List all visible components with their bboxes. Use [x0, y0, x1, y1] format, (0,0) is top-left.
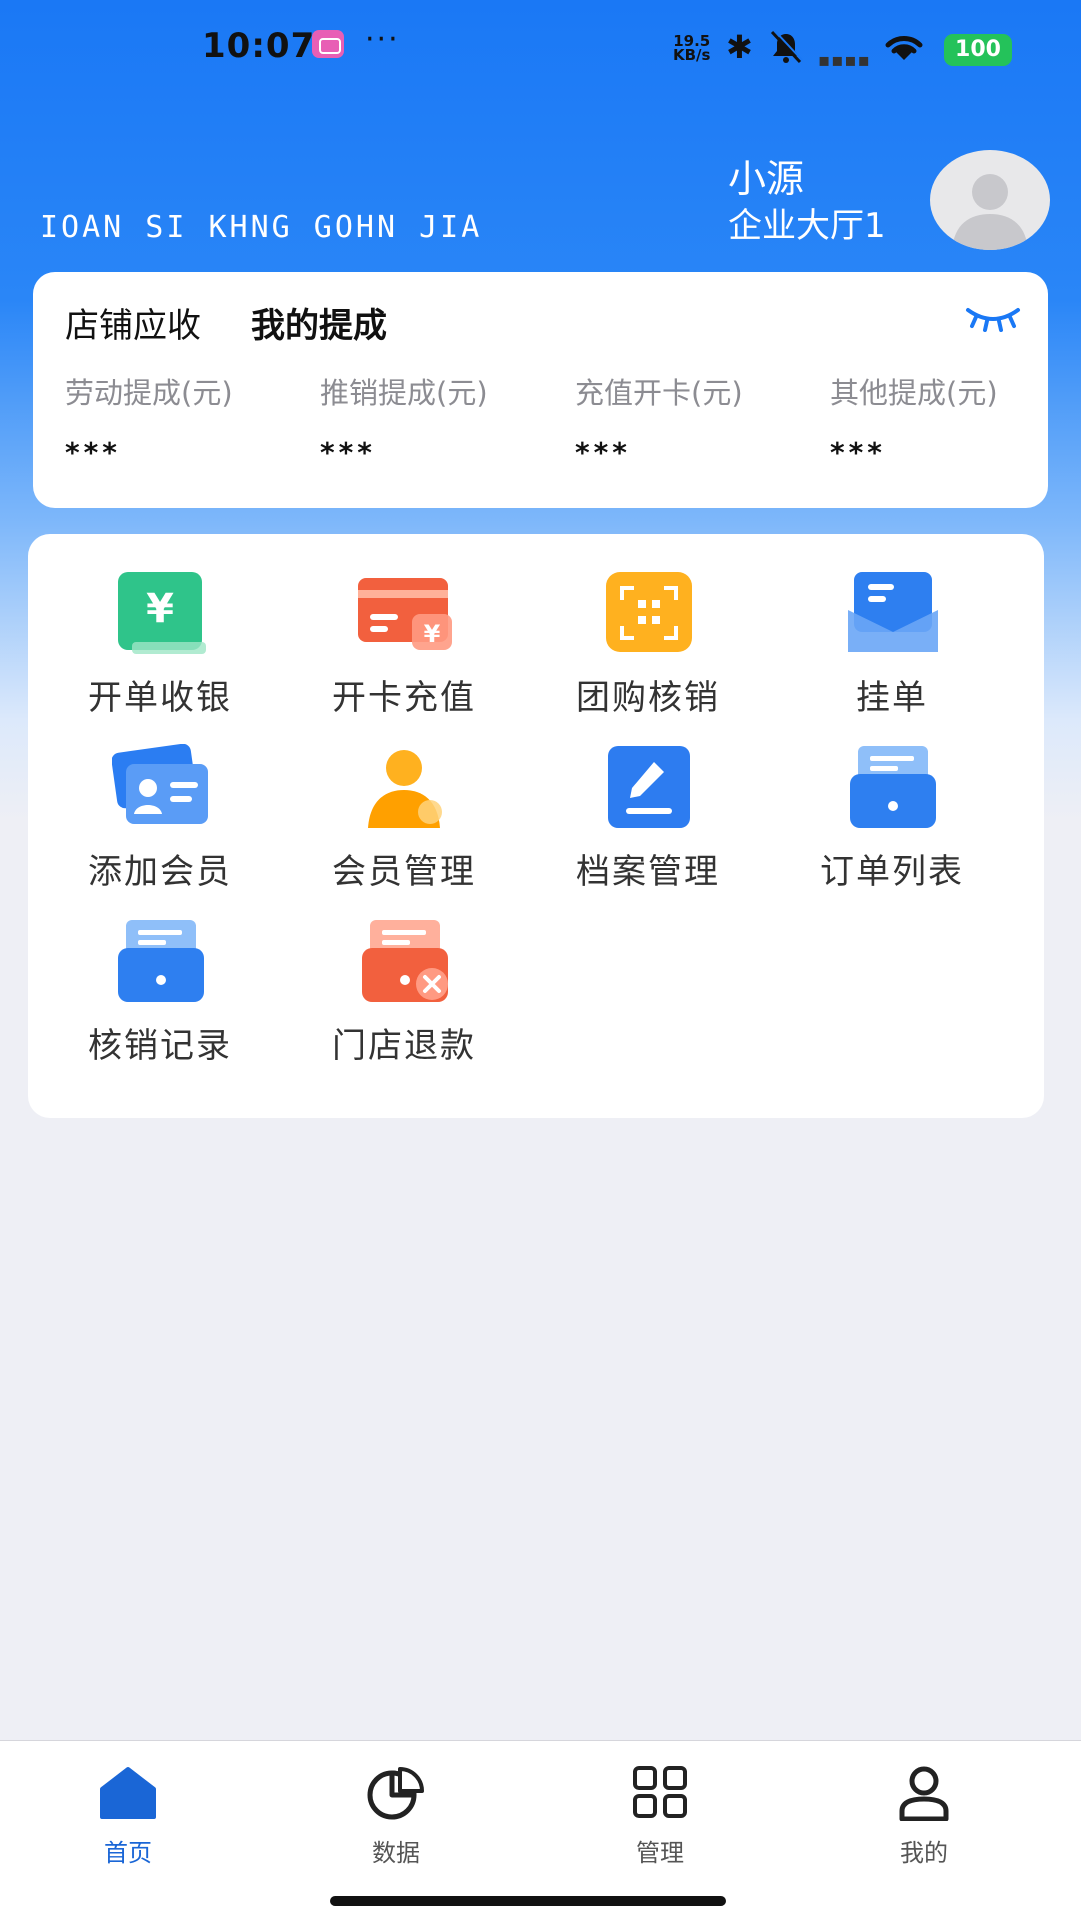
- battery-icon: 100: [944, 34, 1012, 66]
- metric-promotion: 推销提成(元) ***: [320, 370, 560, 469]
- grid-item-order-list[interactable]: 订单列表: [772, 726, 1012, 892]
- grid-item-hold-order[interactable]: 挂单: [772, 552, 1012, 718]
- grid-item-label: 添加会员: [88, 852, 232, 892]
- svg-text:¥: ¥: [146, 586, 174, 632]
- metric-value: ***: [575, 436, 631, 469]
- mute-icon: [770, 30, 803, 64]
- grid-item-label: 核销记录: [88, 1026, 232, 1066]
- avatar-person-icon: [952, 174, 1028, 250]
- nav-item-manage[interactable]: 管理: [590, 1765, 730, 1875]
- refund-icon: [362, 920, 448, 1002]
- metric-recharge: 充值开卡(元) ***: [575, 370, 815, 469]
- commission-card: 店铺应收 我的提成 劳动提成(元) *** 推销提成(元) *** 充值开卡(元…: [33, 272, 1048, 508]
- card-recharge-icon: ¥: [358, 578, 452, 650]
- bluetooth-icon: ✱: [726, 28, 753, 66]
- grid-item-label: 档案管理: [576, 852, 720, 892]
- metric-label: 劳动提成(元): [65, 376, 233, 410]
- grid-icon: [633, 1766, 687, 1818]
- grid-item-groupbuy[interactable]: 团购核销: [528, 552, 768, 718]
- grid-item-label: 团购核销: [576, 678, 720, 718]
- metric-labor: 劳动提成(元) ***: [65, 370, 305, 469]
- status-bar: 10:07 ··· 19.5 KB/s ✱ ▪▪▪▪ 100: [0, 0, 1081, 100]
- status-time: 10:07: [202, 26, 316, 66]
- grid-item-add-member[interactable]: 添加会员: [40, 726, 280, 892]
- user-icon: [899, 1766, 949, 1821]
- net-speed-unit: KB/s: [673, 46, 711, 64]
- eye-closed-icon[interactable]: [964, 302, 1022, 332]
- member-card-icon: [112, 744, 208, 824]
- svg-text:¥: ¥: [424, 620, 441, 648]
- tab-store-receivable[interactable]: 店铺应收: [65, 298, 201, 347]
- nav-item-mine[interactable]: 我的: [854, 1765, 994, 1875]
- pie-chart-icon: [367, 1767, 424, 1820]
- home-screen: 10:07 ··· 19.5 KB/s ✱ ▪▪▪▪ 100 IOAN SI K…: [0, 0, 1081, 1922]
- user-name: 小源: [728, 157, 805, 201]
- grid-item-checkout[interactable]: ¥ 开单收银: [40, 552, 280, 718]
- metric-label: 充值开卡(元): [575, 376, 743, 410]
- avatar[interactable]: [930, 150, 1050, 250]
- nav-label: 首页: [104, 1839, 152, 1867]
- home-indicator[interactable]: [330, 1896, 726, 1906]
- company-name: IOAN SI KHNG GOHN JIA: [40, 210, 483, 245]
- more-dots-icon: ···: [365, 22, 400, 57]
- grid-item-card-recharge[interactable]: ¥ 开卡充值: [284, 552, 524, 718]
- grid-item-label: 开单收银: [88, 678, 232, 718]
- home-icon: [100, 1767, 156, 1819]
- wifi-icon: [885, 36, 923, 60]
- record-tray-icon: [118, 920, 204, 1002]
- function-grid: ¥ 开单收银 ¥ 开卡充值 团购核销 挂单 添加会员 会员管理 档案管理 订单列…: [28, 534, 1044, 1118]
- grid-item-archive-manage[interactable]: 档案管理: [528, 726, 768, 892]
- grid-item-label: 订单列表: [820, 852, 964, 892]
- grid-item-label: 门店退款: [332, 1026, 476, 1066]
- signal-icon: ▪▪▪▪: [818, 50, 871, 71]
- grid-item-redeem-records[interactable]: 核销记录: [40, 900, 280, 1066]
- metric-other: 其他提成(元) ***: [830, 370, 1070, 469]
- nav-label: 管理: [636, 1839, 684, 1867]
- nav-label: 我的: [900, 1839, 948, 1867]
- nav-item-home[interactable]: 首页: [58, 1765, 198, 1875]
- grid-item-member-manage[interactable]: 会员管理: [284, 726, 524, 892]
- metric-value: ***: [320, 436, 376, 469]
- envelope-icon: [848, 572, 938, 652]
- grid-item-store-refund[interactable]: 门店退款: [284, 900, 524, 1066]
- metric-label: 推销提成(元): [320, 376, 488, 410]
- grid-item-label: 会员管理: [332, 852, 476, 892]
- metric-value: ***: [65, 436, 121, 469]
- store-name[interactable]: 企业大厅1: [728, 198, 886, 247]
- app-badge-icon: [312, 30, 344, 58]
- net-speed: 19.5 KB/s: [673, 34, 711, 64]
- grid-item-label: 开卡充值: [332, 678, 476, 718]
- qr-scan-icon: [606, 572, 692, 652]
- metric-label: 其他提成(元): [830, 376, 998, 410]
- tab-my-commission[interactable]: 我的提成: [251, 298, 387, 347]
- nav-item-data[interactable]: 数据: [326, 1765, 466, 1875]
- nav-label: 数据: [372, 1839, 420, 1867]
- person-icon: [368, 750, 442, 828]
- yuan-bill-icon: ¥: [118, 572, 206, 654]
- edit-icon: [608, 746, 690, 828]
- grid-item-label: 挂单: [856, 678, 928, 718]
- order-tray-icon: [850, 746, 936, 828]
- metric-value: ***: [830, 436, 886, 469]
- bottom-nav: 首页 数据 管理 我的: [0, 1740, 1081, 1922]
